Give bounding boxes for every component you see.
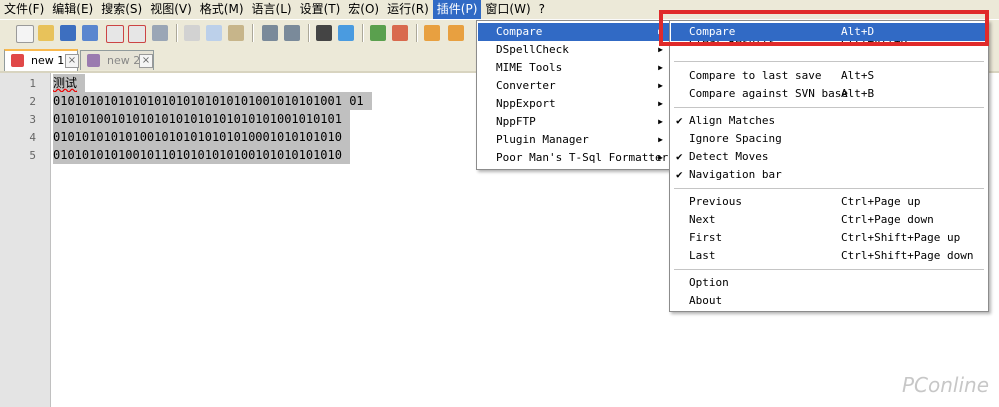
editor-line: 0101010101010101010101010101001010101001…	[53, 92, 372, 110]
find-icon[interactable]	[316, 25, 332, 41]
menu-help[interactable]: ?	[535, 0, 549, 19]
menu-item-detect-moves[interactable]: ✔ Detect Moves	[671, 148, 987, 166]
menu-separator	[674, 107, 984, 108]
new-file-icon[interactable]	[16, 25, 34, 43]
line-number: 5	[29, 149, 36, 162]
menu-item-tsql-formatter[interactable]: Poor Man's T-Sql Formatter ▶	[478, 149, 669, 167]
menu-item-dspellcheck[interactable]: DSpellCheck ▶	[478, 41, 669, 59]
menu-item-clear-results[interactable]: Clear Results Ctrl+Alt+D	[671, 41, 987, 51]
editor-line: 测试	[53, 74, 86, 92]
menu-separator	[674, 61, 984, 62]
close-tab-icon[interactable]: ×	[139, 54, 153, 68]
editor-line: 0101010010101010101010101010101001010101	[53, 110, 350, 128]
word-wrap-icon[interactable]	[448, 25, 464, 41]
menu-view[interactable]: 视图(V)	[146, 0, 196, 19]
menu-item-last[interactable]: Last Ctrl+Shift+Page down	[671, 247, 987, 265]
close-tab-icon[interactable]: ×	[65, 54, 79, 68]
line-number: 3	[29, 113, 36, 126]
menu-item-align-matches[interactable]: ✔ Align Matches	[671, 112, 987, 130]
close-icon[interactable]	[106, 25, 124, 43]
tab-label: new 2	[107, 54, 141, 67]
toolbar-separator	[308, 24, 310, 42]
menu-separator	[674, 269, 984, 270]
menu-item-navigation-bar[interactable]: ✔ Navigation bar	[671, 166, 987, 184]
menu-item-mime-tools[interactable]: MIME Tools ▶	[478, 59, 669, 77]
menu-plugins[interactable]: 插件(P)	[432, 0, 482, 19]
menu-format[interactable]: 格式(M)	[196, 0, 248, 19]
file-saved-icon	[87, 54, 100, 67]
save-all-icon[interactable]	[82, 25, 98, 41]
menu-item-compare-svn[interactable]: Compare against SVN base Alt+B	[671, 85, 987, 103]
menu-item-nppexport[interactable]: NppExport ▶	[478, 95, 669, 113]
toolbar-separator	[416, 24, 418, 42]
menu-search[interactable]: 搜索(S)	[97, 0, 146, 19]
menu-item-ignore-spacing[interactable]: Ignore Spacing	[671, 130, 987, 148]
menu-item-next[interactable]: Next Ctrl+Page down	[671, 211, 987, 229]
check-icon: ✔	[676, 168, 683, 181]
toolbar-separator	[176, 24, 178, 42]
zoom-out-icon[interactable]	[392, 25, 408, 41]
menu-bar: 文件(F) 编辑(E) 搜索(S) 视图(V) 格式(M) 语言(L) 设置(T…	[0, 0, 999, 19]
paste-icon[interactable]	[228, 25, 244, 41]
check-icon: ✔	[676, 114, 683, 127]
submenu-arrow-icon: ▶	[658, 153, 663, 162]
line-number: 4	[29, 131, 36, 144]
watermark-logo: PConline	[901, 373, 989, 397]
tab-label: new 1	[31, 54, 65, 67]
line-number-gutter: 1 2 3 4 5	[0, 73, 51, 407]
check-icon: ✔	[676, 150, 683, 163]
menu-item-compare[interactable]: Compare ▶	[478, 23, 669, 41]
redo-icon[interactable]	[284, 25, 300, 41]
menu-window[interactable]: 窗口(W)	[481, 0, 534, 19]
menu-item-option[interactable]: Option	[671, 274, 987, 292]
menu-item-compare-last-save[interactable]: Compare to last save Alt+S	[671, 67, 987, 85]
compare-submenu: Compare Alt+D Clear Results Ctrl+Alt+D Com…	[669, 20, 989, 312]
menu-macro[interactable]: 宏(O)	[344, 0, 383, 19]
menu-item-converter[interactable]: Converter ▶	[478, 77, 669, 95]
toolbar-separator	[252, 24, 254, 42]
submenu-arrow-icon: ▶	[658, 63, 663, 72]
submenu-arrow-icon: ▶	[658, 99, 663, 108]
menu-file[interactable]: 文件(F)	[0, 0, 48, 19]
submenu-arrow-icon: ▶	[658, 45, 663, 54]
menu-edit[interactable]: 编辑(E)	[48, 0, 97, 19]
toolbar-separator	[362, 24, 364, 42]
zoom-in-icon[interactable]	[370, 25, 386, 41]
editor-line: 0101010101001011010101010100101010101010	[53, 146, 350, 164]
line-number: 2	[29, 95, 36, 108]
replace-icon[interactable]	[338, 25, 354, 41]
cut-icon[interactable]	[184, 25, 200, 41]
menu-item-first[interactable]: First Ctrl+Shift+Page up	[671, 229, 987, 247]
line-number: 1	[29, 77, 36, 90]
submenu-arrow-icon: ▶	[658, 117, 663, 126]
tab-new-1[interactable]: new 1 ×	[4, 49, 79, 71]
submenu-arrow-icon: ▶	[658, 135, 663, 144]
open-file-icon[interactable]	[38, 25, 54, 41]
menu-item-nppftp[interactable]: NppFTP ▶	[478, 113, 669, 131]
close-all-icon[interactable]	[128, 25, 146, 43]
menu-run[interactable]: 运行(R)	[383, 0, 433, 19]
submenu-arrow-icon: ▶	[658, 27, 663, 36]
menu-item-about[interactable]: About	[671, 292, 987, 310]
menu-settings[interactable]: 设置(T)	[296, 0, 345, 19]
tab-new-2[interactable]: new 2 ×	[80, 50, 154, 70]
submenu-arrow-icon: ▶	[658, 81, 663, 90]
menu-separator	[674, 188, 984, 189]
undo-icon[interactable]	[262, 25, 278, 41]
menu-item-previous[interactable]: Previous Ctrl+Page up	[671, 193, 987, 211]
menu-item-compare-run[interactable]: Compare Alt+D	[671, 23, 987, 41]
menu-item-plugin-manager[interactable]: Plugin Manager ▶	[478, 131, 669, 149]
print-icon[interactable]	[152, 25, 168, 41]
menu-language[interactable]: 语言(L)	[248, 0, 296, 19]
copy-icon[interactable]	[206, 25, 222, 41]
editor-line: 0101010101010010101010101010001010101010	[53, 128, 350, 146]
plugins-menu: Compare ▶ DSpellCheck ▶ MIME Tools ▶ Conver…	[476, 20, 671, 170]
file-modified-icon	[11, 54, 24, 67]
sync-scroll-icon[interactable]	[424, 25, 440, 41]
save-icon[interactable]	[60, 25, 76, 41]
